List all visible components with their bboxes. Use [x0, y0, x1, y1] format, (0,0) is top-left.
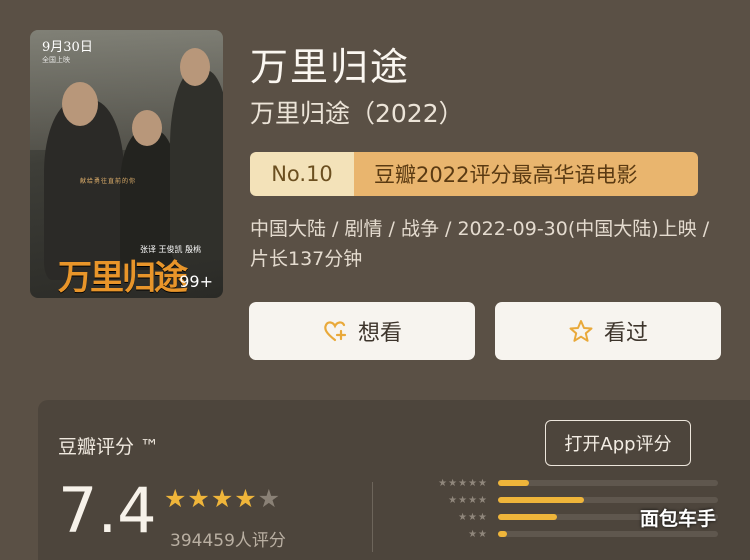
- rating-score: 7.4: [58, 474, 157, 547]
- open-app-rate-button[interactable]: 打开App评分: [545, 420, 691, 466]
- poster-figure-right: [170, 70, 223, 260]
- distribution-stars: ★★★★: [448, 494, 488, 506]
- movie-poster[interactable]: 9月30日 全国上映 献给勇往直前的你 万里归途 张译 王俊凯 殷桃 99+: [30, 30, 223, 298]
- vote-count[interactable]: 394459人评分: [170, 526, 286, 551]
- distribution-track: [498, 497, 718, 503]
- poster-logo: 万里归途: [58, 258, 188, 298]
- poster-cast: 张译 王俊凯 殷桃: [140, 245, 202, 254]
- seen-label: 看过: [603, 321, 648, 346]
- distribution-track: [498, 531, 718, 537]
- poster-face-right: [180, 48, 210, 86]
- poster-date-line1: 9月30日: [42, 40, 93, 55]
- douban-rating-label: 豆瓣评分 ™: [58, 436, 160, 458]
- movie-title: 万里归途: [250, 45, 411, 89]
- distribution-track: [498, 480, 718, 486]
- movie-subtitle: 万里归途（2022）: [250, 99, 464, 128]
- stars-empty: ★: [257, 484, 282, 513]
- poster-date-line2: 全国上映: [42, 56, 70, 64]
- ranking-number: No.10: [250, 152, 354, 196]
- poster-face-left: [62, 82, 98, 126]
- stars-filled: ★★★★: [164, 484, 258, 513]
- want-to-watch-button[interactable]: 想看: [249, 302, 475, 360]
- ranking-label: 豆瓣2022评分最高华语电影: [354, 152, 698, 196]
- heart-plus-icon: [322, 318, 348, 344]
- rating-stars: ★★★★★: [164, 484, 281, 513]
- poster-date: 9月30日 全国上映: [42, 36, 93, 65]
- distribution-stars: ★★★: [458, 511, 488, 523]
- movie-meta: 中国大陆 / 剧情 / 战争 / 2022-09-30(中国大陆)上映 / 片长…: [250, 218, 710, 270]
- poster-tagline: 献给勇往直前的你: [80, 178, 137, 185]
- poster-face-center: [132, 110, 162, 146]
- distribution-row-5: ★★★★★: [424, 477, 718, 489]
- star-outline-icon: [568, 318, 594, 344]
- distribution-bar: [498, 514, 558, 520]
- distribution-bar: [498, 480, 529, 486]
- distribution-bar: [498, 531, 507, 537]
- rating-divider: [372, 482, 373, 552]
- want-label: 想看: [357, 321, 402, 346]
- distribution-stars: ★★★★★: [438, 477, 488, 489]
- distribution-stars: ★★: [468, 528, 488, 540]
- watermark: 面包车手: [640, 508, 717, 530]
- distribution-bar: [498, 497, 584, 503]
- photo-count-badge: 99+: [179, 272, 213, 291]
- ranking-badge[interactable]: No.10 豆瓣2022评分最高华语电影: [250, 152, 698, 196]
- watched-button[interactable]: 看过: [495, 302, 721, 360]
